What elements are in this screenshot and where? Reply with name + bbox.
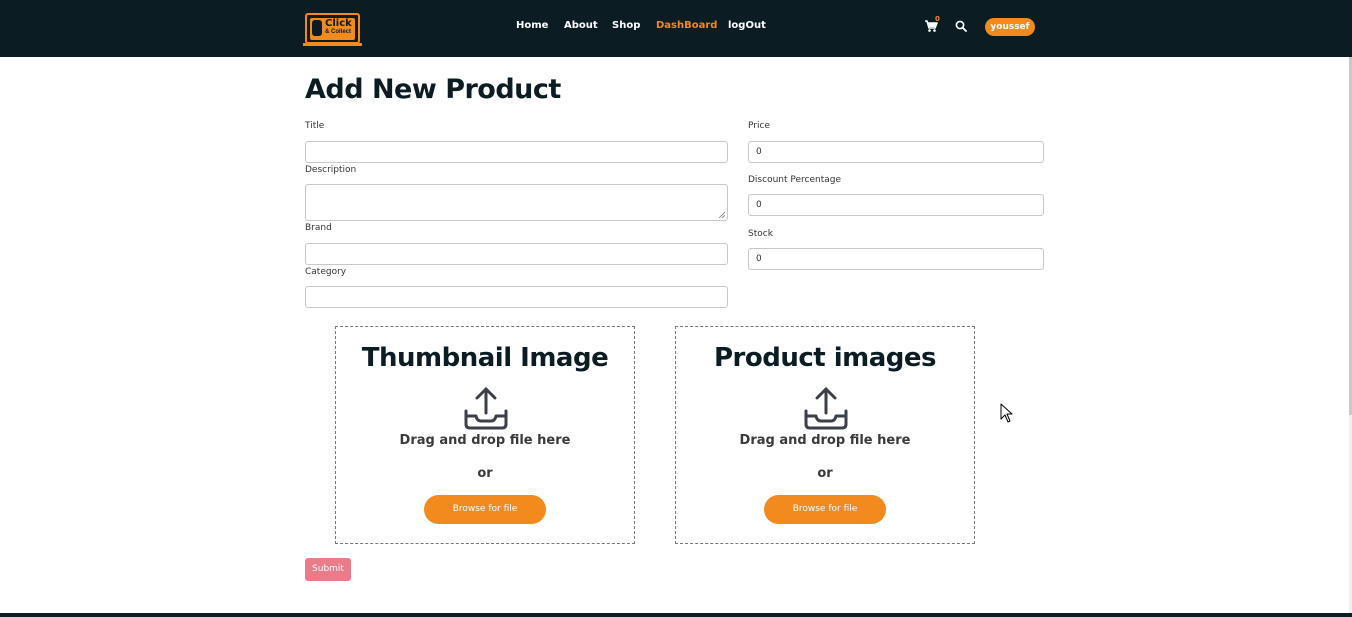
dropzone-drag-text: Drag and drop file here: [739, 433, 911, 448]
cart-count-badge: 0: [935, 15, 940, 23]
upload-icon: [804, 387, 848, 430]
price-input[interactable]: 0: [748, 141, 1044, 163]
category-input[interactable]: [305, 286, 728, 308]
description-textarea[interactable]: [305, 184, 728, 221]
resize-grip-icon[interactable]: [718, 211, 725, 218]
brand-input[interactable]: [305, 243, 728, 265]
logo-underline: [303, 43, 362, 46]
mouse-cursor-icon: [1000, 403, 1013, 423]
title-input[interactable]: [305, 141, 728, 163]
logo-subtext: & Collect: [325, 29, 352, 35]
nav-link-about[interactable]: About: [564, 20, 598, 31]
dropzone-title: Thumbnail Image: [361, 343, 609, 373]
discount-input[interactable]: 0: [748, 194, 1044, 216]
description-label: Description: [305, 165, 357, 175]
dropzone-drag-text: Drag and drop file here: [399, 433, 571, 448]
dropzone-or-text: or: [477, 466, 493, 481]
stock-input[interactable]: 0: [748, 248, 1044, 270]
top-navbar: Click & Collect Home About Shop DashBoar…: [0, 0, 1352, 57]
stock-label: Stock: [748, 229, 773, 239]
brand-label: Brand: [305, 223, 332, 233]
nav-link-logout[interactable]: logOut: [728, 20, 766, 31]
product-images-dropzone[interactable]: Product images Drag and drop file here o…: [675, 326, 975, 544]
logo-figure-icon: [312, 20, 322, 36]
dropzone-title: Product images: [713, 343, 937, 373]
category-label: Category: [305, 267, 347, 277]
submit-button[interactable]: Submit: [305, 558, 351, 581]
dropzone-or-text: or: [817, 466, 833, 481]
search-icon[interactable]: [955, 20, 967, 32]
nav-link-shop[interactable]: Shop: [612, 20, 640, 31]
nav-link-home[interactable]: Home: [516, 20, 548, 31]
footer-strip: [0, 613, 1352, 617]
page-title: Add New Product: [305, 74, 561, 105]
nav-link-dashboard[interactable]: DashBoard: [656, 20, 717, 31]
discount-label: Discount Percentage: [748, 175, 842, 185]
product-images-browse-button[interactable]: Browse for file: [764, 495, 886, 524]
title-label: Title: [305, 121, 325, 131]
user-menu-button[interactable]: youssef: [985, 18, 1035, 36]
thumbnail-dropzone[interactable]: Thumbnail Image Drag and drop file here …: [335, 326, 635, 544]
upload-icon: [464, 387, 508, 430]
price-label: Price: [748, 121, 770, 131]
thumbnail-browse-button[interactable]: Browse for file: [424, 495, 546, 524]
logo-text: Click: [325, 18, 352, 29]
brand-logo[interactable]: Click & Collect: [303, 13, 362, 46]
